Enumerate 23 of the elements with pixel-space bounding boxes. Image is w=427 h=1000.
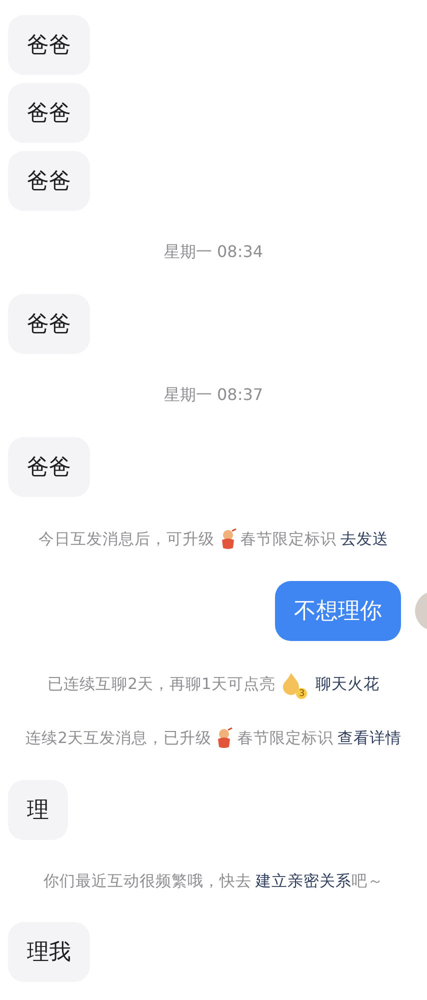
message-bubble[interactable]: 爸爸 bbox=[8, 294, 90, 354]
message-bubble[interactable]: 爸爸 bbox=[8, 437, 90, 497]
notice-text: 已连续互聊2天，再聊1天可点亮 bbox=[48, 674, 276, 694]
notice-link[interactable]: 建立亲密关系 bbox=[256, 871, 352, 891]
notice-text: 你们最近互动很频繁哦，快去 bbox=[44, 871, 252, 891]
notice-text: 春节限定标识 bbox=[237, 728, 334, 748]
flame-badge: 3 bbox=[296, 688, 308, 699]
message-bubble[interactable]: 理 bbox=[8, 780, 68, 840]
message-bubble[interactable]: 不想理你 bbox=[275, 581, 401, 641]
notice-text: 今日互发消息后，可升级 bbox=[38, 529, 214, 549]
notice-link[interactable]: 去发送 bbox=[340, 529, 388, 549]
message-bubble[interactable]: 爸爸 bbox=[8, 15, 90, 75]
timestamp: 星期一 08:37 bbox=[164, 385, 264, 406]
notice-link[interactable]: 聊天火花 bbox=[315, 674, 380, 694]
flame-icon bbox=[281, 672, 302, 696]
timestamp: 星期一 08:34 bbox=[164, 242, 264, 263]
message-bubble[interactable]: 爸爸 bbox=[8, 151, 90, 211]
notice-text: 吧～ bbox=[352, 871, 384, 891]
message-bubble[interactable]: 理我 bbox=[8, 922, 90, 982]
notice-text: 连续2天互发消息，已升级 bbox=[26, 728, 212, 748]
notice-link[interactable]: 查看详情 bbox=[337, 728, 402, 748]
message-bubble[interactable]: 爸爸 bbox=[8, 83, 90, 143]
notice-text: 春节限定标识 bbox=[240, 529, 336, 549]
